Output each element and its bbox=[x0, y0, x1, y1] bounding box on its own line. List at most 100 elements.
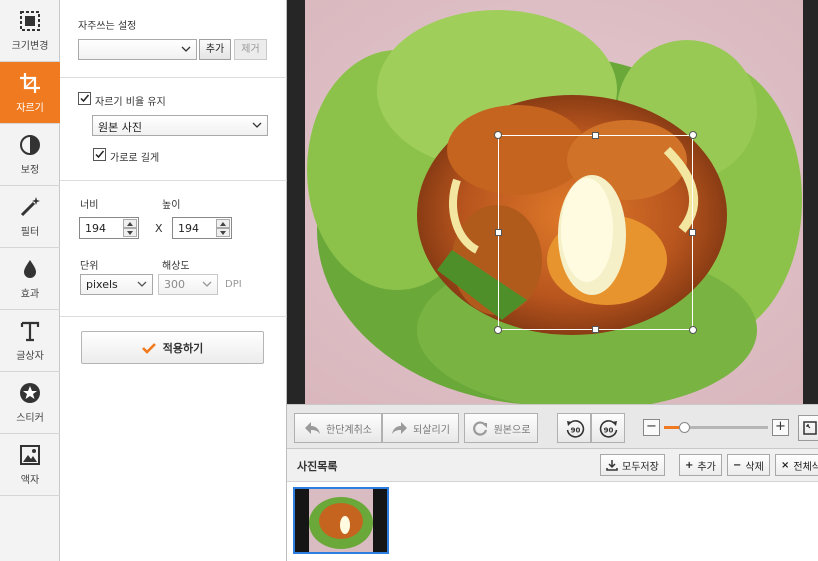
keep-ratio-checkbox[interactable] bbox=[78, 92, 91, 105]
tool-label: 자르기 bbox=[16, 102, 44, 114]
save-all-button[interactable]: 모두저장 bbox=[600, 454, 665, 476]
zoom-slider-track[interactable] bbox=[664, 422, 768, 433]
delete-photo-label: 삭제 bbox=[745, 461, 764, 473]
landscape-label: 가로로 길게 bbox=[110, 153, 160, 164]
undo-button[interactable]: 한단계취소 bbox=[294, 413, 382, 443]
crop-selection[interactable] bbox=[494, 131, 697, 334]
delete-photo-button[interactable]: − 삭제 bbox=[727, 454, 770, 476]
delete-all-label: 전체삭 bbox=[793, 461, 818, 473]
redo-label: 되살리기 bbox=[413, 424, 450, 436]
check-icon bbox=[80, 94, 90, 103]
crop-handle-top[interactable] bbox=[592, 132, 599, 139]
crop-handle-top-left[interactable] bbox=[494, 131, 502, 139]
unit-select[interactable]: pixels bbox=[80, 274, 153, 295]
rotate-left-label: 90 bbox=[571, 427, 581, 435]
rotate-left-button[interactable]: 90 bbox=[557, 413, 591, 443]
width-increment[interactable] bbox=[123, 219, 137, 228]
tool-label: 보정 bbox=[20, 164, 40, 176]
add-favorite-button[interactable]: 추가 bbox=[199, 39, 231, 60]
undo-label: 한단계취소 bbox=[326, 424, 372, 436]
zoom-out-button[interactable]: − bbox=[643, 419, 660, 436]
tool-label: 효과 bbox=[20, 288, 40, 300]
keep-ratio-label: 자르기 비율 유지 bbox=[95, 97, 166, 108]
restore-original-label: 원본으로 bbox=[493, 424, 531, 436]
divider bbox=[60, 316, 287, 317]
unit-label: 단위 bbox=[80, 261, 99, 272]
dpi-label: DPI bbox=[225, 279, 242, 290]
photo-list bbox=[287, 482, 818, 561]
apply-label: 적용하기 bbox=[162, 341, 204, 355]
unit-value: pixels bbox=[86, 278, 118, 291]
tool-adjust[interactable]: 보정 bbox=[0, 124, 60, 186]
width-decrement[interactable] bbox=[123, 228, 137, 237]
favorites-label: 자주쓰는 설정 bbox=[78, 21, 137, 32]
redo-button[interactable]: 되살리기 bbox=[382, 413, 459, 443]
tool-label: 스티커 bbox=[16, 412, 44, 424]
width-label: 너비 bbox=[80, 200, 99, 211]
crop-handle-right[interactable] bbox=[689, 229, 696, 236]
close-icon: × bbox=[781, 459, 790, 471]
tool-label: 글상자 bbox=[16, 350, 44, 362]
edit-toolbar: 한단계취소 되살리기 원본으로 90 90 − + bbox=[287, 404, 818, 449]
fit-screen-button[interactable] bbox=[798, 415, 818, 441]
plus-icon: + bbox=[685, 459, 694, 471]
add-photo-button[interactable]: + 추가 bbox=[679, 454, 722, 476]
rotate-left-icon: 90 bbox=[566, 420, 585, 438]
times-label: X bbox=[155, 222, 163, 235]
crop-handle-bottom-left[interactable] bbox=[494, 326, 502, 334]
width-stepper[interactable]: 194 bbox=[79, 217, 139, 239]
refresh-icon bbox=[472, 420, 487, 436]
contrast-icon bbox=[20, 134, 40, 155]
restore-original-button[interactable]: 원본으로 bbox=[464, 413, 538, 443]
landscape-checkbox[interactable] bbox=[93, 148, 106, 161]
crop-icon bbox=[20, 72, 40, 93]
thumbnail-image bbox=[295, 489, 387, 552]
tool-effect[interactable]: 효과 bbox=[0, 248, 60, 310]
tool-textbox[interactable]: 글상자 bbox=[0, 310, 60, 372]
height-decrement[interactable] bbox=[216, 228, 230, 237]
height-stepper[interactable]: 194 bbox=[172, 217, 232, 239]
photo-list-title: 사진목록 bbox=[297, 460, 338, 473]
tool-filter[interactable]: 필터 bbox=[0, 186, 60, 248]
undo-arrow-icon bbox=[305, 421, 320, 434]
tool-label: 크기변경 bbox=[11, 40, 49, 52]
remove-favorite-button[interactable]: 제거 bbox=[234, 39, 267, 60]
crop-handle-bottom-right[interactable] bbox=[689, 326, 697, 334]
crop-handle-left[interactable] bbox=[495, 229, 502, 236]
photo-canvas[interactable] bbox=[287, 0, 818, 404]
crop-handle-bottom[interactable] bbox=[592, 326, 599, 333]
apply-button[interactable]: 적용하기 bbox=[81, 331, 264, 364]
checkmark-icon bbox=[141, 342, 156, 354]
photo-list-header: 사진목록 모두저장 + 추가 − 삭제 × 전체삭 bbox=[287, 449, 818, 482]
tool-label: 액자 bbox=[20, 474, 40, 486]
delete-all-button[interactable]: × 전체삭 bbox=[775, 454, 818, 476]
add-photo-label: 추가 bbox=[697, 461, 716, 473]
zoom-slider-thumb[interactable] bbox=[679, 422, 690, 433]
tool-crop[interactable]: 자르기 bbox=[0, 62, 60, 124]
tool-frame[interactable]: 액자 bbox=[0, 434, 60, 496]
resolution-value: 300 bbox=[164, 278, 185, 291]
crop-settings-panel: 자주쓰는 설정 추가 제거 자르기 비율 유지 원본 사진 가로로 길게 너비 … bbox=[60, 0, 287, 561]
rotate-right-button[interactable]: 90 bbox=[591, 413, 625, 443]
tool-label: 필터 bbox=[20, 226, 40, 238]
height-value: 194 bbox=[178, 222, 199, 235]
minus-icon: − bbox=[733, 459, 742, 471]
drop-icon bbox=[24, 259, 36, 278]
rotate-right-icon: 90 bbox=[599, 420, 618, 438]
zoom-in-button[interactable]: + bbox=[772, 419, 789, 436]
ratio-select[interactable]: 원본 사진 bbox=[92, 115, 268, 136]
download-icon bbox=[606, 460, 618, 471]
chevron-down-icon bbox=[181, 46, 191, 52]
photo-thumbnail[interactable] bbox=[293, 487, 389, 554]
tool-sticker[interactable]: 스티커 bbox=[0, 372, 60, 434]
chevron-down-icon bbox=[252, 122, 262, 128]
resolution-select[interactable]: 300 bbox=[158, 274, 218, 295]
check-icon bbox=[95, 150, 105, 159]
fit-screen-icon bbox=[803, 421, 817, 435]
divider bbox=[60, 180, 287, 181]
height-increment[interactable] bbox=[216, 219, 230, 228]
favorites-select[interactable] bbox=[78, 39, 197, 60]
frame-icon bbox=[20, 444, 40, 465]
tool-resize[interactable]: 크기변경 bbox=[0, 0, 60, 62]
crop-handle-top-right[interactable] bbox=[689, 131, 697, 139]
